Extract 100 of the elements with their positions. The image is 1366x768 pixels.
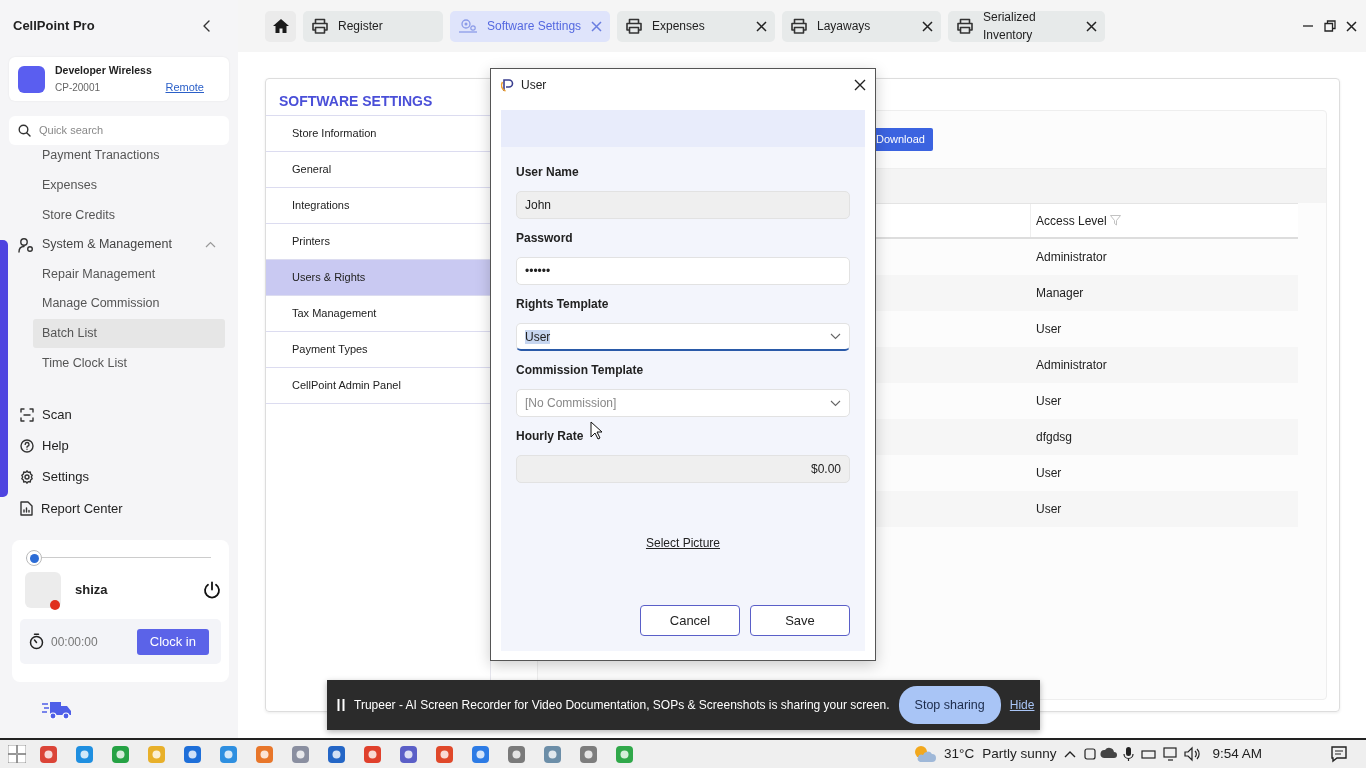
restore-icon[interactable] xyxy=(1324,20,1336,32)
table-cell-text: dfgdsg xyxy=(1036,429,1073,446)
pause-icon[interactable] xyxy=(337,698,345,712)
app-icon[interactable] xyxy=(471,744,490,764)
scan-icon xyxy=(20,407,34,422)
table-cell-text: Administrator xyxy=(1036,357,1107,374)
tab[interactable]: Expenses xyxy=(617,10,775,42)
notifications-icon[interactable] xyxy=(1330,745,1348,763)
app-logo-icon xyxy=(500,77,516,93)
field-label: User Name xyxy=(516,164,579,181)
field-label: Password xyxy=(516,230,573,247)
remote-link[interactable]: Remote xyxy=(165,78,204,96)
table-cell-text: User xyxy=(1036,501,1062,518)
select-picture-link[interactable]: Select Picture xyxy=(645,536,720,550)
user-name: shiza xyxy=(75,581,109,600)
tab[interactable]: Software Settings xyxy=(450,10,610,42)
timer-text: 00:00:00 xyxy=(51,633,99,651)
weather-icon xyxy=(912,744,936,764)
power-icon[interactable] xyxy=(203,581,221,600)
temperature-text: 31°C xyxy=(944,744,975,763)
app-icon[interactable] xyxy=(39,744,58,764)
dialog-title: User xyxy=(521,77,547,94)
hide-link[interactable]: Hide xyxy=(1009,696,1035,714)
sidebar-item[interactable]: Settings xyxy=(8,461,238,493)
weather-text: Partly sunny xyxy=(982,744,1057,763)
sidebar-item[interactable]: Time Clock List xyxy=(33,348,225,378)
clock-in-button[interactable]: Clock in xyxy=(136,628,209,655)
tab[interactable]: Layaways xyxy=(782,10,941,42)
table-cell-text: Manager xyxy=(1036,285,1084,302)
sidebar-item[interactable]: Manage Commission xyxy=(33,288,225,319)
table-cell-text: Administrator xyxy=(1036,249,1107,266)
cancel-button[interactable]: Cancel xyxy=(640,605,740,636)
slider-thumb[interactable] xyxy=(26,550,42,567)
window-close-icon[interactable] xyxy=(1346,20,1357,32)
printer-icon xyxy=(625,18,643,34)
sidebar-item[interactable]: Scan xyxy=(8,399,238,431)
app-icon[interactable] xyxy=(615,744,634,764)
app-icon[interactable] xyxy=(543,744,562,764)
collapse-icon[interactable] xyxy=(202,20,212,32)
field-label: Commission Template xyxy=(516,362,644,379)
app-icon[interactable] xyxy=(183,744,202,764)
search-field[interactable]: Quick search xyxy=(9,116,229,145)
table-cell-text: User xyxy=(1036,393,1062,410)
settings-icon xyxy=(458,18,478,34)
column-header[interactable]: Access Level xyxy=(1031,204,1121,237)
app-icon[interactable] xyxy=(111,744,130,764)
printer-icon xyxy=(311,18,329,34)
caret-icon xyxy=(830,333,841,340)
save-button[interactable]: Save xyxy=(750,605,850,636)
app-icon[interactable] xyxy=(435,744,454,764)
settings-icon xyxy=(20,470,34,485)
truck-icon[interactable] xyxy=(41,699,73,722)
settings-menu-item[interactable]: Users & Rights xyxy=(266,260,490,296)
user-gear-icon xyxy=(18,236,34,253)
printer-icon xyxy=(790,18,808,34)
sidebar-item[interactable]: Report Center xyxy=(8,492,238,525)
tab[interactable]: Register xyxy=(303,10,443,42)
stop-sharing-button[interactable]: Stop sharing xyxy=(898,686,1001,724)
app-icon[interactable] xyxy=(219,744,238,764)
app-icon[interactable] xyxy=(363,744,382,764)
app-icon[interactable] xyxy=(507,744,526,764)
home-button[interactable] xyxy=(265,10,296,42)
sidebar-group[interactable]: System & Management xyxy=(8,229,238,260)
help-icon xyxy=(20,438,34,453)
app-icon[interactable] xyxy=(579,744,598,764)
search-icon xyxy=(18,124,31,137)
app-title: CellPoint Pro xyxy=(13,17,95,36)
tab-close-icon[interactable] xyxy=(922,20,933,32)
stopwatch-icon xyxy=(29,633,44,651)
sidebar-item[interactable]: Expenses xyxy=(33,170,225,201)
report-icon xyxy=(20,501,33,517)
sidebar-item[interactable]: Store Credits xyxy=(33,200,225,230)
sidebar-item[interactable]: Repair Management xyxy=(33,259,225,289)
app-icon[interactable] xyxy=(75,744,94,764)
caret-icon xyxy=(830,399,841,407)
dropdown[interactable]: [No Commission] xyxy=(516,389,850,417)
app-icon[interactable] xyxy=(255,744,274,764)
input-field[interactable]: •••••• xyxy=(516,257,850,285)
app-icon[interactable] xyxy=(291,744,310,764)
app-icon[interactable] xyxy=(327,744,346,764)
field-label: Hourly Rate xyxy=(516,428,584,445)
app-icon[interactable] xyxy=(399,744,418,764)
tab-close-icon[interactable] xyxy=(756,20,767,32)
sidebar-item[interactable]: Batch List xyxy=(33,318,225,349)
field-label: Rights Template xyxy=(516,296,609,313)
tab-close-icon[interactable] xyxy=(1086,20,1097,32)
sidebar-item[interactable]: Help xyxy=(8,430,238,462)
store-logo xyxy=(18,65,45,93)
close-icon xyxy=(854,79,866,91)
clock-time: 9:54 AM xyxy=(1212,744,1262,763)
store-code: CP-20001 xyxy=(55,81,102,96)
table-cell-text: User xyxy=(1036,321,1062,338)
tray-chevron-icon[interactable] xyxy=(1064,750,1077,758)
dropdown[interactable]: User xyxy=(516,323,850,351)
tab[interactable]: Serialized Inventory xyxy=(948,10,1105,42)
windows-start-icon[interactable] xyxy=(8,745,26,763)
printer-icon xyxy=(956,18,974,34)
chevron-up-icon[interactable] xyxy=(205,241,216,249)
close-button[interactable] xyxy=(854,79,866,91)
sidebar-item[interactable]: Payment Tranactions xyxy=(33,145,225,171)
